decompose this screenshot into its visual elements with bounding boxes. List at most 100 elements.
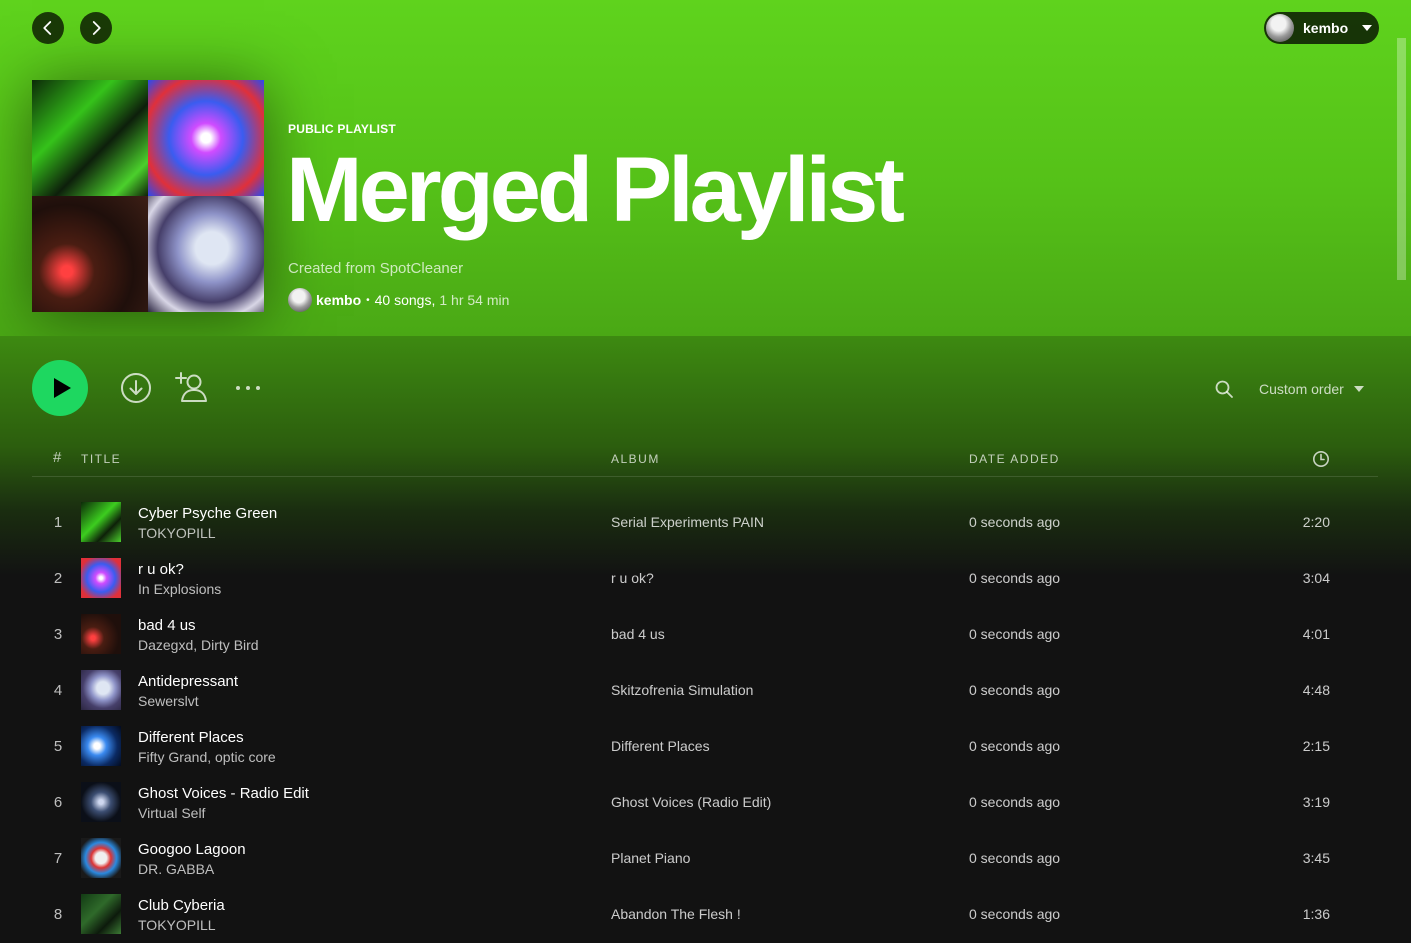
avatar bbox=[1266, 14, 1294, 42]
track-album[interactable]: r u ok? bbox=[611, 570, 654, 586]
back-button[interactable] bbox=[32, 12, 64, 44]
download-icon bbox=[121, 373, 151, 403]
user-menu-button[interactable]: kembo bbox=[1264, 12, 1379, 44]
track-date-added: 0 seconds ago bbox=[969, 738, 1061, 754]
track-thumbnail bbox=[81, 726, 121, 766]
more-options-button[interactable] bbox=[232, 378, 264, 398]
track-album[interactable]: Serial Experiments PAIN bbox=[611, 514, 764, 530]
track-row[interactable]: 8 Club Cyberia TOKYOPILL Abandon The Fle… bbox=[32, 886, 1378, 942]
chevron-right-icon bbox=[92, 21, 101, 35]
track-date-added: 0 seconds ago bbox=[969, 682, 1061, 698]
track-thumbnail bbox=[81, 894, 121, 934]
track-row[interactable]: 4 Antidepressant Sewerslvt Skitzofrenia … bbox=[32, 662, 1378, 718]
track-artist[interactable]: TOKYOPILL bbox=[138, 525, 216, 541]
playlist-duration: 1 hr 54 min bbox=[439, 292, 510, 308]
track-album[interactable]: Abandon The Flesh ! bbox=[611, 906, 741, 922]
cover-tile bbox=[148, 80, 264, 196]
track-duration: 1:36 bbox=[1302, 906, 1330, 922]
track-thumbnail bbox=[81, 614, 121, 654]
track-row[interactable]: 6 Ghost Voices - Radio Edit Virtual Self… bbox=[32, 774, 1378, 830]
cover-tile bbox=[148, 196, 264, 312]
track-artist[interactable]: In Explosions bbox=[138, 581, 221, 597]
clock-icon bbox=[1313, 451, 1329, 467]
track-duration: 4:01 bbox=[1302, 626, 1330, 642]
track-album[interactable]: bad 4 us bbox=[611, 626, 665, 642]
playlist-cover[interactable] bbox=[32, 80, 264, 312]
track-album[interactable]: Planet Piano bbox=[611, 850, 690, 866]
track-duration: 2:20 bbox=[1302, 514, 1330, 530]
track-artist[interactable]: Sewerslvt bbox=[138, 693, 199, 709]
track-duration: 4:48 bbox=[1302, 682, 1330, 698]
chevron-left-icon bbox=[43, 21, 52, 35]
play-icon bbox=[53, 378, 71, 398]
track-date-added: 0 seconds ago bbox=[969, 850, 1061, 866]
invite-collaborator-button[interactable] bbox=[174, 370, 210, 404]
track-artist[interactable]: TOKYOPILL bbox=[138, 917, 216, 933]
playlist-header: kembo PUBLIC PLAYLIST Merged Playlist Cr… bbox=[0, 0, 1411, 336]
track-title[interactable]: r u ok? bbox=[138, 561, 184, 578]
search-icon bbox=[1215, 380, 1233, 398]
track-thumbnail bbox=[81, 502, 121, 542]
track-row[interactable]: 1 Cyber Psyche Green TOKYOPILL Serial Ex… bbox=[32, 494, 1378, 550]
tracklist-rows: 1 Cyber Psyche Green TOKYOPILL Serial Ex… bbox=[32, 494, 1378, 942]
forward-button[interactable] bbox=[80, 12, 112, 44]
track-title[interactable]: Cyber Psyche Green bbox=[138, 505, 277, 522]
track-date-added: 0 seconds ago bbox=[969, 794, 1061, 810]
caret-down-icon bbox=[1362, 25, 1373, 31]
download-button[interactable] bbox=[120, 372, 152, 404]
track-title[interactable]: bad 4 us bbox=[138, 617, 196, 634]
track-row[interactable]: 3 bad 4 us Dazegxd, Dirty Bird bad 4 us … bbox=[32, 606, 1378, 662]
playlist-meta: kembo • 40 songs, 1 hr 54 min bbox=[288, 288, 509, 312]
track-artist[interactable]: Fifty Grand, optic core bbox=[138, 749, 276, 765]
cover-tile bbox=[32, 80, 148, 196]
track-title[interactable]: Antidepressant bbox=[138, 673, 238, 690]
track-album[interactable]: Ghost Voices (Radio Edit) bbox=[611, 794, 771, 810]
track-title[interactable]: Googoo Lagoon bbox=[138, 841, 246, 858]
caret-down-icon bbox=[1353, 386, 1364, 392]
playlist-description: Created from SpotCleaner bbox=[288, 260, 464, 277]
track-date-added: 0 seconds ago bbox=[969, 906, 1061, 922]
track-album[interactable]: Skitzofrenia Simulation bbox=[611, 682, 753, 698]
track-title[interactable]: Club Cyberia bbox=[138, 897, 225, 914]
track-duration: 2:15 bbox=[1302, 738, 1330, 754]
track-row[interactable]: 7 Googoo Lagoon DR. GABBA Planet Piano 0… bbox=[32, 830, 1378, 886]
track-row[interactable]: 5 Different Places Fifty Grand, optic co… bbox=[32, 718, 1378, 774]
track-date-added: 0 seconds ago bbox=[969, 626, 1061, 642]
track-number: 4 bbox=[53, 682, 63, 699]
track-number: 1 bbox=[53, 514, 63, 531]
column-number: # bbox=[53, 449, 62, 466]
track-thumbnail bbox=[81, 670, 121, 710]
track-album[interactable]: Different Places bbox=[611, 738, 710, 754]
track-artist[interactable]: Virtual Self bbox=[138, 805, 205, 821]
sort-dropdown[interactable]: Custom order bbox=[1259, 378, 1364, 400]
column-album[interactable]: ALBUM bbox=[611, 452, 660, 466]
track-thumbnail bbox=[81, 782, 121, 822]
track-date-added: 0 seconds ago bbox=[969, 514, 1061, 530]
track-title[interactable]: Different Places bbox=[138, 729, 244, 746]
track-number: 5 bbox=[53, 738, 63, 755]
owner-link[interactable]: kembo bbox=[316, 292, 361, 308]
playlist-type-label: PUBLIC PLAYLIST bbox=[288, 122, 396, 136]
search-in-playlist-button[interactable] bbox=[1213, 378, 1235, 400]
cover-tile bbox=[32, 196, 148, 312]
column-title[interactable]: TITLE bbox=[81, 452, 121, 466]
track-thumbnail bbox=[81, 838, 121, 878]
track-number: 3 bbox=[53, 626, 63, 643]
column-date-added[interactable]: DATE ADDED bbox=[969, 452, 1060, 466]
scrollbar-thumb[interactable] bbox=[1397, 38, 1406, 280]
track-duration: 3:45 bbox=[1302, 850, 1330, 866]
column-duration[interactable] bbox=[1312, 450, 1330, 468]
play-button[interactable] bbox=[32, 360, 88, 416]
spotify-app: kembo PUBLIC PLAYLIST Merged Playlist Cr… bbox=[0, 0, 1411, 943]
track-number: 7 bbox=[53, 850, 63, 867]
track-number: 6 bbox=[53, 794, 63, 811]
playlist-title[interactable]: Merged Playlist bbox=[286, 139, 905, 241]
user-name: kembo bbox=[1303, 20, 1349, 36]
track-artist[interactable]: DR. GABBA bbox=[138, 861, 214, 877]
track-artist[interactable]: Dazegxd, Dirty Bird bbox=[138, 637, 259, 653]
track-duration: 3:19 bbox=[1302, 794, 1330, 810]
track-number: 2 bbox=[53, 570, 63, 587]
separator-dot: • bbox=[366, 294, 370, 306]
track-row[interactable]: 2 r u ok? In Explosions r u ok? 0 second… bbox=[32, 550, 1378, 606]
track-title[interactable]: Ghost Voices - Radio Edit bbox=[138, 785, 309, 802]
